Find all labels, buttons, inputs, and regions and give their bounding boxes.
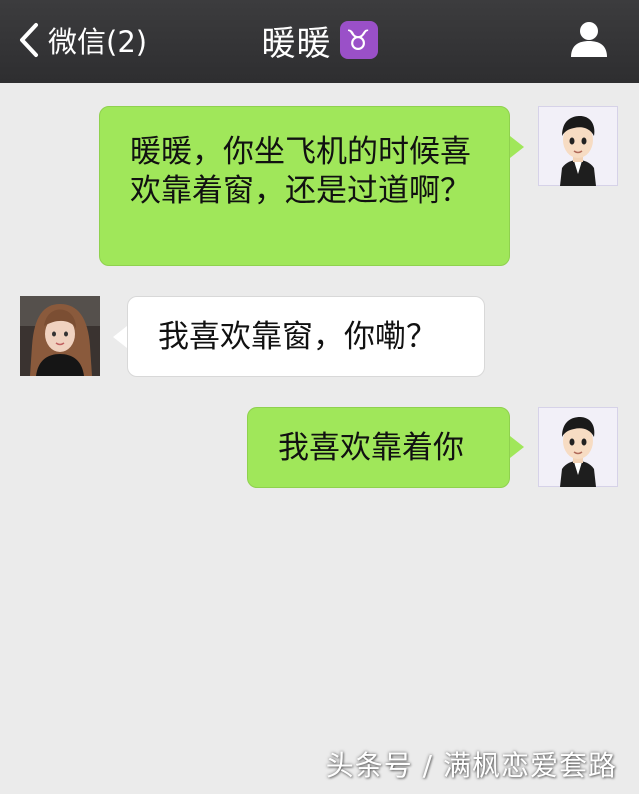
nav-bar: 微信(2) 暖暖 ♉ xyxy=(0,0,639,83)
message-bubble-received[interactable]: 我喜欢靠窗，你嘞？ xyxy=(127,296,485,377)
message-bubble-sent[interactable]: 我喜欢靠着你 xyxy=(247,407,510,488)
person-icon[interactable] xyxy=(569,19,609,59)
message-text: 我喜欢靠着你 xyxy=(278,430,464,466)
watermark: 头条号 / 满枫恋爱套路 xyxy=(325,749,617,782)
chat-title: 暖暖 xyxy=(261,23,332,64)
avatar-self[interactable] xyxy=(538,106,618,186)
message-bubble-sent[interactable]: 暖暖，你坐飞机的时候喜欢靠着窗，还是过道啊？ xyxy=(99,106,510,266)
chat-title-area: 暖暖 ♉ xyxy=(0,18,639,64)
message-text: 暖暖，你坐飞机的时候喜欢靠着窗，还是过道啊？ xyxy=(130,134,471,209)
taurus-zodiac-icon: ♉ xyxy=(339,21,378,59)
message-text: 我喜欢靠窗，你嘞？ xyxy=(158,319,437,355)
bubble-tail xyxy=(113,326,127,348)
avatar-self[interactable] xyxy=(538,407,618,487)
bubble-tail xyxy=(510,436,524,458)
bubble-tail xyxy=(510,136,524,158)
avatar-contact[interactable] xyxy=(20,296,100,376)
